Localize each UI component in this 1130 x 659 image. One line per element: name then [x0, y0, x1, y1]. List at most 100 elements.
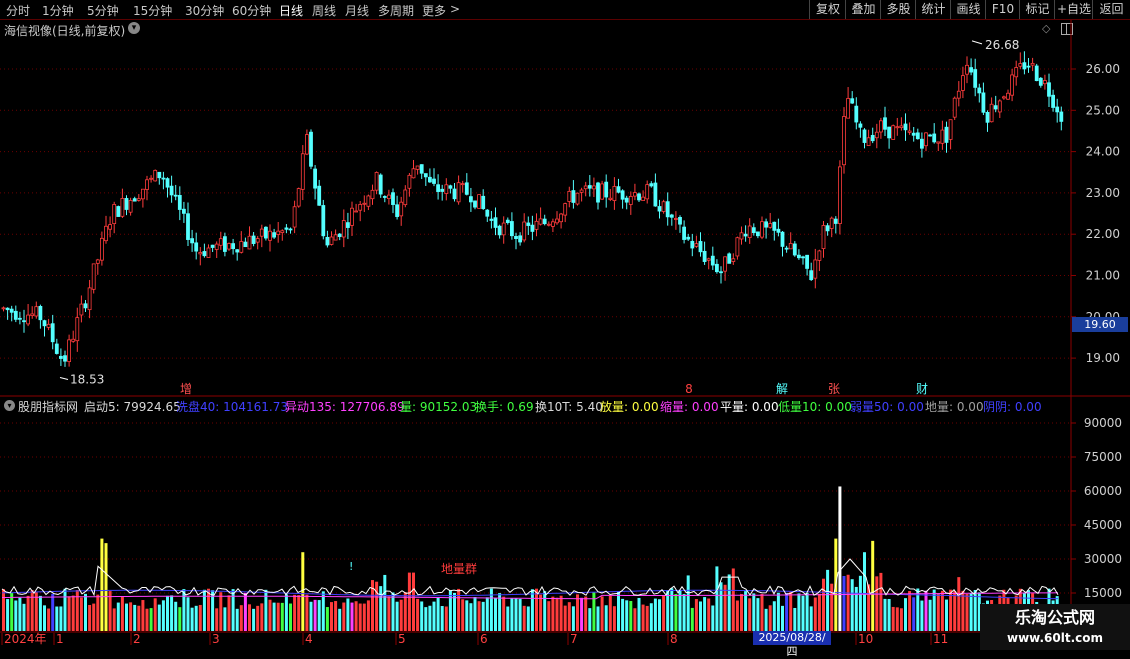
volume-bar [276, 602, 280, 631]
volume-bar [71, 595, 75, 631]
volume-bar [920, 600, 924, 631]
volume-bar [412, 572, 415, 631]
candle-up [948, 119, 953, 140]
volume-bar [420, 601, 424, 631]
candle-down [698, 241, 703, 253]
indicator-chevron-icon[interactable]: ▾ [4, 400, 15, 411]
volume-bar [366, 600, 370, 631]
stock-chart-canvas[interactable]: 26.68 18.53 26.00 25.00 24.00 23.00 22.00 21.0… [0, 0, 1130, 650]
candle-down [473, 200, 477, 208]
volume-bar [629, 600, 633, 631]
volume-bar [469, 603, 473, 631]
volume-bar [863, 552, 866, 631]
candle-up [1043, 80, 1047, 85]
volume-bar [358, 603, 362, 631]
volume-bar [645, 605, 649, 631]
candle-up [198, 252, 203, 255]
candle-down [317, 185, 322, 206]
candle-down [272, 232, 277, 238]
volume-bar [744, 591, 748, 631]
time-tick-label: 10 [858, 632, 873, 646]
volume-bar [448, 590, 452, 631]
candle-down [1038, 77, 1043, 86]
indicator-name[interactable]: 股朋指标网 [18, 398, 78, 415]
candle-down [797, 254, 801, 259]
volume-bar [157, 604, 161, 631]
volume-bar [22, 603, 26, 631]
candle-up [936, 141, 941, 144]
candle-down [932, 133, 937, 143]
volume-bar [153, 598, 157, 631]
volume-bar [399, 599, 403, 631]
candle-up [874, 131, 879, 139]
volume-bar [473, 597, 477, 631]
candle-up [788, 243, 793, 250]
volume-bar [34, 592, 38, 631]
candle-down [756, 231, 760, 237]
volume-bar [96, 594, 100, 631]
volume-bar [104, 543, 108, 631]
candle-up [723, 256, 727, 272]
volume-bar [317, 600, 321, 631]
candle-up [399, 201, 404, 217]
candle-down [920, 138, 924, 149]
candle-down [116, 206, 121, 217]
volume-bar [133, 604, 137, 631]
candle-down [391, 192, 395, 205]
candle-up [907, 130, 912, 133]
indicator-legend-item: 洗盘40: 104161.73 [176, 400, 289, 414]
candle-down [969, 67, 973, 73]
volume-axis: 90000 75000 60000 45000 30000 15000 [1071, 416, 1122, 600]
volume-bar [51, 593, 55, 631]
volume-bar [535, 588, 538, 631]
volume-bar [617, 591, 620, 631]
volume-tick-label: 90000 [1084, 416, 1122, 430]
volume-bar [752, 593, 756, 631]
volume-bar [461, 599, 465, 631]
volume-bar [576, 594, 579, 631]
candle-down [801, 256, 805, 259]
volume-bar [436, 597, 440, 631]
candle-down [497, 225, 502, 236]
candle-up [628, 196, 633, 205]
volume-bar [129, 602, 133, 631]
volume-bar [403, 592, 407, 631]
volume-bar [715, 566, 719, 631]
volume-bar [555, 597, 559, 631]
candle-up [739, 232, 744, 240]
volume-bar [194, 605, 198, 631]
candle-down [678, 216, 682, 225]
candle-down [690, 240, 695, 249]
candle-down [42, 320, 47, 327]
candle-down [432, 178, 436, 184]
volume-bar [612, 606, 616, 631]
volume-bar [141, 600, 145, 631]
candle-up [292, 206, 297, 228]
volume-bar [608, 595, 612, 631]
candle-up [579, 189, 584, 193]
price-tick-label: 24.00 [1086, 145, 1120, 159]
candle-up [26, 314, 31, 325]
candle-down [743, 233, 748, 237]
candle-down [235, 249, 240, 253]
candle-down [944, 126, 949, 143]
volume-bar [440, 606, 444, 631]
volume-bar [735, 600, 739, 631]
candle-up [136, 198, 141, 201]
candle-down [977, 87, 982, 94]
volume-bar [678, 590, 682, 631]
candle-down [378, 174, 383, 195]
candle-down [177, 195, 182, 210]
volume-bar [703, 597, 707, 631]
candle-down [382, 196, 387, 198]
candle-down [981, 92, 986, 113]
event-marker: 张 [828, 382, 840, 396]
volume-bar [354, 601, 358, 631]
candle-up [358, 204, 363, 211]
watermark-title: 乐淘公式网 [1014, 608, 1095, 627]
candle-up [731, 258, 736, 262]
volume-bar [10, 592, 14, 631]
candle-down [5, 307, 10, 311]
volume-bar [686, 575, 690, 631]
candle-down [9, 308, 14, 313]
